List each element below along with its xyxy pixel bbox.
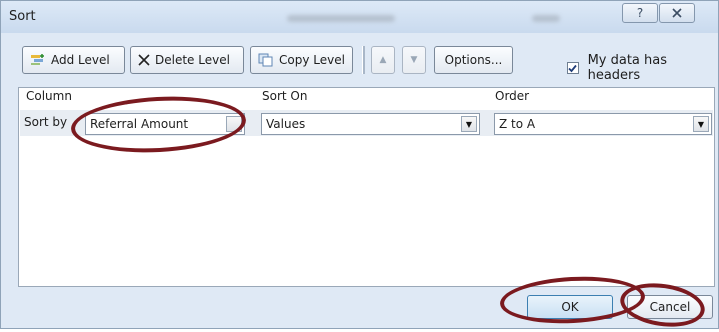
headers-checkbox-label: My data has headers [587, 53, 668, 83]
column-select[interactable]: Referral Amount [85, 113, 245, 135]
sort-on-select[interactable]: Values ▼ [261, 113, 480, 135]
options-button[interactable]: Options... [434, 46, 513, 74]
delete-level-label: Delete Level [155, 53, 230, 67]
ok-label: OK [561, 300, 579, 314]
cancel-button[interactable]: Cancel [627, 295, 713, 319]
delete-level-button[interactable]: Delete Level [130, 46, 244, 74]
sort-on-header: Sort On [262, 89, 308, 103]
headers-checkbox-wrap[interactable]: My data has headers [567, 53, 718, 83]
chevron-down-icon[interactable]: ▼ [461, 116, 477, 132]
help-button[interactable]: ? [622, 3, 658, 23]
chevron-down-icon[interactable]: ▼ [693, 116, 709, 132]
close-icon [672, 8, 682, 18]
sort-on-select-value: Values [266, 117, 306, 131]
sort-dialog: Sort ? Add Level Delete Level Copy Level… [0, 0, 719, 329]
add-level-label: Add Level [51, 53, 110, 67]
order-select[interactable]: Z to A ▼ [494, 113, 712, 135]
copy-level-button[interactable]: Copy Level [250, 46, 353, 74]
blurred-text [287, 15, 395, 22]
move-down-button[interactable]: ▼ [402, 46, 426, 74]
x-icon [138, 54, 150, 66]
order-header: Order [495, 89, 530, 103]
checkmark-icon [568, 64, 577, 72]
move-up-button[interactable]: ▲ [371, 46, 395, 74]
add-level-button[interactable]: Add Level [22, 46, 125, 74]
ok-button[interactable]: OK [527, 295, 613, 319]
title-bar: Sort ? [1, 1, 718, 33]
close-button[interactable] [659, 3, 695, 23]
column-select-value: Referral Amount [90, 117, 189, 131]
blurred-text [532, 15, 560, 22]
chevron-down-icon[interactable] [226, 116, 242, 132]
add-level-icon [30, 53, 46, 67]
column-header: Column [26, 89, 72, 103]
triangle-up-icon: ▲ [379, 55, 387, 65]
sort-levels-grid: Column Sort On Order Sort by Referral Am… [18, 87, 715, 287]
copy-icon [258, 53, 274, 67]
dialog-title: Sort [9, 9, 36, 24]
question-icon: ? [636, 6, 644, 20]
cancel-label: Cancel [649, 300, 691, 314]
order-select-value: Z to A [499, 117, 536, 131]
copy-level-label: Copy Level [279, 53, 345, 67]
headers-checkbox[interactable] [567, 62, 579, 74]
sort-by-label: Sort by [24, 115, 68, 129]
toolbar-separator [362, 46, 365, 74]
triangle-down-icon: ▼ [410, 55, 418, 65]
options-label: Options... [444, 53, 503, 67]
